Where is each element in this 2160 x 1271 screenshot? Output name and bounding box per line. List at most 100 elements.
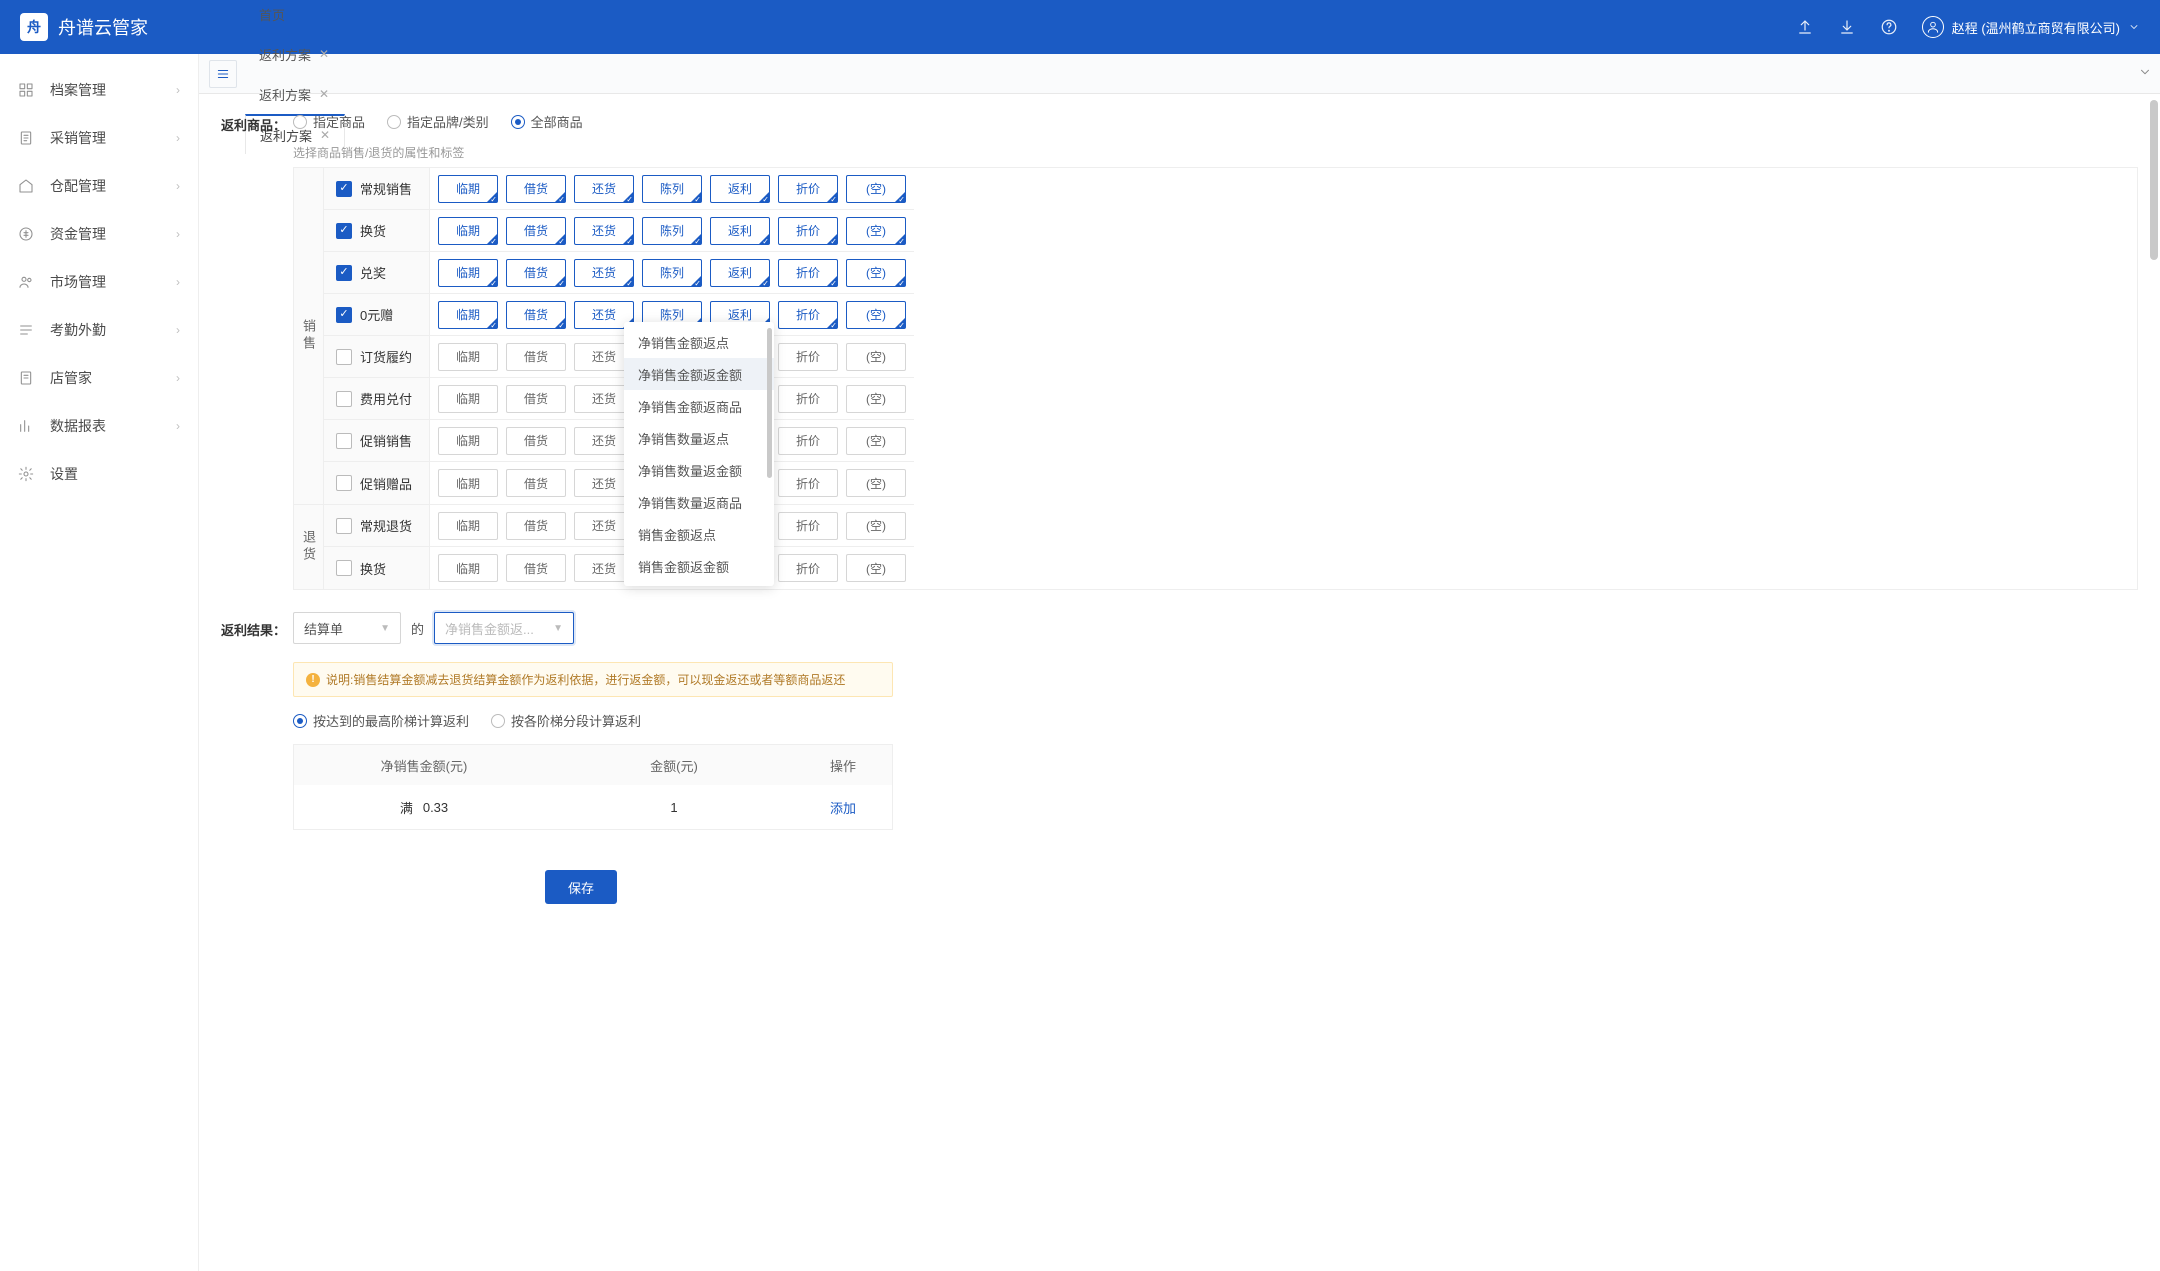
attr-tag[interactable]: 折价 bbox=[778, 217, 838, 245]
row-checkbox[interactable] bbox=[336, 181, 352, 197]
dropdown-item[interactable]: 销售金额返点 bbox=[624, 518, 774, 550]
attr-tag[interactable]: (空) bbox=[846, 217, 906, 245]
attr-tag[interactable]: 返利 bbox=[710, 217, 770, 245]
attr-tag[interactable]: (空) bbox=[846, 343, 906, 371]
attr-tag[interactable]: 借货 bbox=[506, 469, 566, 497]
attr-tag[interactable]: 借货 bbox=[506, 259, 566, 287]
sidebar-item-store[interactable]: 店管家 › bbox=[0, 354, 198, 402]
row-checkbox[interactable] bbox=[336, 349, 352, 365]
save-button[interactable]: 保存 bbox=[545, 870, 617, 904]
calc-radio[interactable]: 按达到的最高阶梯计算返利 bbox=[293, 711, 469, 730]
attr-tag[interactable]: 借货 bbox=[506, 301, 566, 329]
attr-tag[interactable]: (空) bbox=[846, 469, 906, 497]
row-checkbox[interactable] bbox=[336, 518, 352, 534]
attr-tag[interactable]: 折价 bbox=[778, 259, 838, 287]
attr-tag[interactable]: 临期 bbox=[438, 385, 498, 413]
tier-col-value: 金额(元) bbox=[554, 756, 794, 775]
attr-tag[interactable]: 折价 bbox=[778, 554, 838, 582]
attr-tag[interactable]: 临期 bbox=[438, 469, 498, 497]
download-icon[interactable] bbox=[1838, 18, 1856, 36]
tab[interactable]: 返利方案✕ bbox=[245, 34, 345, 74]
attr-tag[interactable]: (空) bbox=[846, 259, 906, 287]
dropdown-item[interactable]: 净销售数量返点 bbox=[624, 422, 774, 454]
dropdown-item[interactable]: 净销售数量返商品 bbox=[624, 486, 774, 518]
attr-tag[interactable]: 折价 bbox=[778, 512, 838, 540]
help-icon[interactable] bbox=[1880, 18, 1898, 36]
sidebar-item-attendance[interactable]: 考勤外勤 › bbox=[0, 306, 198, 354]
tier-add-link[interactable]: 添加 bbox=[830, 801, 856, 816]
sidebar-item-report[interactable]: 数据报表 › bbox=[0, 402, 198, 450]
attr-tag[interactable]: (空) bbox=[846, 427, 906, 455]
attr-tag[interactable]: 临期 bbox=[438, 554, 498, 582]
sidebar-item-market[interactable]: 市场管理 › bbox=[0, 258, 198, 306]
row-checkbox[interactable] bbox=[336, 475, 352, 491]
user-menu[interactable]: 赵程 (温州鹤立商贸有限公司) bbox=[1922, 16, 2140, 38]
attr-tag[interactable]: 临期 bbox=[438, 175, 498, 203]
attr-tag[interactable]: 借货 bbox=[506, 385, 566, 413]
row-checkbox[interactable] bbox=[336, 391, 352, 407]
attr-row: 换货临期借货还货陈列返利折价(空) bbox=[324, 210, 914, 252]
attr-tag[interactable]: 陈列 bbox=[642, 217, 702, 245]
dropdown-item[interactable]: 销售金额返金额 bbox=[624, 550, 774, 582]
tab[interactable]: 首页 bbox=[245, 0, 345, 34]
calc-radio[interactable]: 按各阶梯分段计算返利 bbox=[491, 711, 641, 730]
dropdown-scrollbar[interactable] bbox=[767, 328, 772, 478]
attr-tag[interactable]: 折价 bbox=[778, 343, 838, 371]
attr-tag[interactable]: 陈列 bbox=[642, 259, 702, 287]
attr-tag[interactable]: 借货 bbox=[506, 217, 566, 245]
attr-tag[interactable]: 陈列 bbox=[642, 175, 702, 203]
upload-icon[interactable] bbox=[1796, 18, 1814, 36]
attr-tag[interactable]: 临期 bbox=[438, 217, 498, 245]
attr-tag[interactable]: 临期 bbox=[438, 427, 498, 455]
attr-tag[interactable]: 借货 bbox=[506, 427, 566, 455]
attr-tag[interactable]: 折价 bbox=[778, 175, 838, 203]
attr-tag[interactable]: 临期 bbox=[438, 512, 498, 540]
collapse-icon[interactable] bbox=[209, 60, 237, 88]
attr-tag[interactable]: 还货 bbox=[574, 175, 634, 203]
attr-tag[interactable]: 临期 bbox=[438, 343, 498, 371]
attr-tag[interactable]: (空) bbox=[846, 175, 906, 203]
sidebar-item-archive[interactable]: 档案管理 › bbox=[0, 66, 198, 114]
dropdown-item[interactable]: 净销售金额返金额 bbox=[624, 358, 774, 390]
row-checkbox[interactable] bbox=[336, 433, 352, 449]
sidebar-item-finance[interactable]: 资金管理 › bbox=[0, 210, 198, 258]
attr-tag[interactable]: 返利 bbox=[710, 259, 770, 287]
attr-tag[interactable]: 还货 bbox=[574, 217, 634, 245]
attr-tag[interactable]: (空) bbox=[846, 554, 906, 582]
row-checkbox[interactable] bbox=[336, 223, 352, 239]
attr-tag[interactable]: 临期 bbox=[438, 259, 498, 287]
sidebar-item-settings[interactable]: 设置 bbox=[0, 450, 198, 498]
attr-tag[interactable]: 临期 bbox=[438, 301, 498, 329]
row-checkbox[interactable] bbox=[336, 560, 352, 576]
goods-radio[interactable]: 指定商品 bbox=[293, 112, 365, 131]
tabs-overflow-icon[interactable] bbox=[2138, 65, 2152, 82]
dropdown-item[interactable]: 净销售金额返商品 bbox=[624, 390, 774, 422]
attr-tag[interactable]: (空) bbox=[846, 301, 906, 329]
row-checkbox[interactable] bbox=[336, 265, 352, 281]
attr-row: 0元赠临期借货还货陈列返利折价(空) bbox=[324, 294, 914, 336]
close-icon[interactable]: ✕ bbox=[319, 47, 329, 61]
attr-tag[interactable]: (空) bbox=[846, 512, 906, 540]
dropdown-item[interactable]: 净销售数量返金额 bbox=[624, 454, 774, 486]
attr-tag[interactable]: (空) bbox=[846, 385, 906, 413]
attr-tag[interactable]: 折价 bbox=[778, 427, 838, 455]
attr-tag[interactable]: 借货 bbox=[506, 343, 566, 371]
attr-tag[interactable]: 折价 bbox=[778, 301, 838, 329]
attr-tag[interactable]: 借货 bbox=[506, 175, 566, 203]
attr-tag[interactable]: 折价 bbox=[778, 469, 838, 497]
select-rebate-basis[interactable]: 净销售金额返... ▼ bbox=[434, 612, 574, 644]
goods-radio[interactable]: 指定品牌/类别 bbox=[387, 112, 489, 131]
attr-tag[interactable]: 借货 bbox=[506, 512, 566, 540]
sidebar-item-warehouse[interactable]: 仓配管理 › bbox=[0, 162, 198, 210]
attr-tag[interactable]: 还货 bbox=[574, 259, 634, 287]
attr-tag[interactable]: 借货 bbox=[506, 554, 566, 582]
attr-tag[interactable]: 返利 bbox=[710, 175, 770, 203]
dropdown-item[interactable]: 净销售金额返点 bbox=[624, 326, 774, 358]
goods-radio[interactable]: 全部商品 bbox=[511, 112, 583, 131]
group-return-head: 退货 bbox=[294, 505, 324, 589]
page-scrollbar[interactable] bbox=[2150, 100, 2158, 260]
select-bill-type[interactable]: 结算单 ▼ bbox=[293, 612, 401, 644]
sidebar-item-purchase[interactable]: 采销管理 › bbox=[0, 114, 198, 162]
attr-tag[interactable]: 折价 bbox=[778, 385, 838, 413]
row-checkbox[interactable] bbox=[336, 307, 352, 323]
